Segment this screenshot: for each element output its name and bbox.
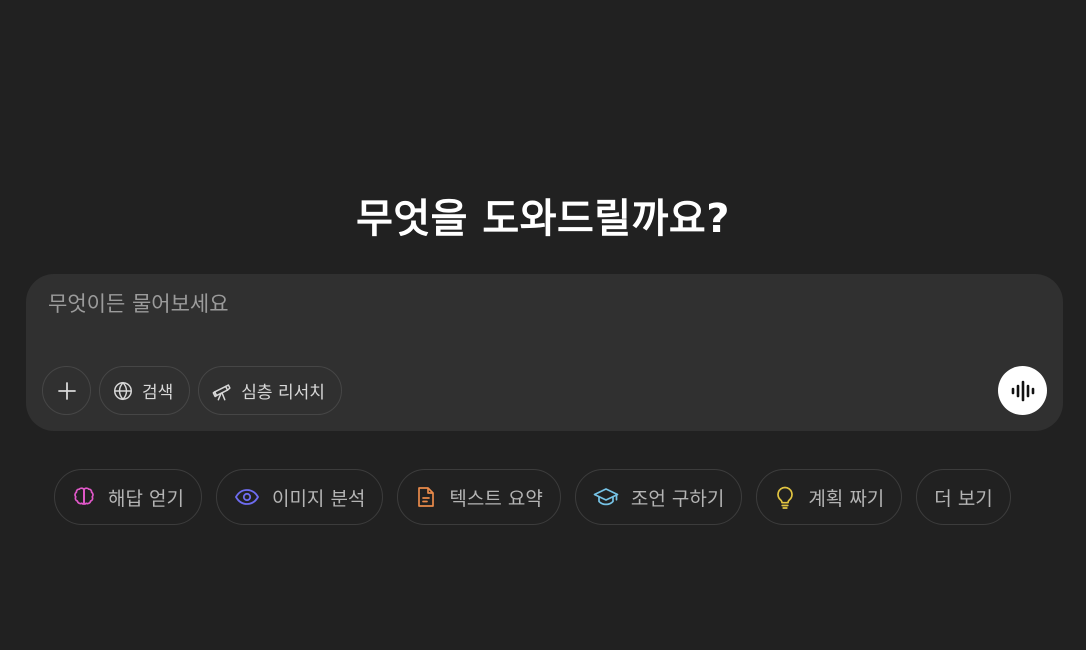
composer: 검색 심층 리서치 xyxy=(26,274,1063,431)
deep-research-button[interactable]: 심층 리서치 xyxy=(198,366,342,415)
telescope-icon xyxy=(212,383,231,400)
add-button[interactable] xyxy=(42,366,91,415)
chip-label: 조언 구하기 xyxy=(630,487,725,510)
composer-tools: 검색 심층 리서치 xyxy=(42,366,342,415)
chip-more[interactable]: 더 보기 xyxy=(916,469,1011,525)
chip-label: 더 보기 xyxy=(934,487,993,510)
document-icon xyxy=(418,487,435,507)
deep-research-label: 심층 리서치 xyxy=(241,383,325,403)
voice-waveform-icon xyxy=(1011,380,1034,401)
chat-home: 무엇을 도와드릴까요? 검색 xyxy=(0,0,1086,650)
chip-label: 텍스트 요약 xyxy=(449,487,543,510)
search-button[interactable]: 검색 xyxy=(99,366,191,415)
chip-summarize-text[interactable]: 텍스트 요약 xyxy=(397,469,561,525)
lightbulb-icon xyxy=(777,486,794,509)
chip-label: 해답 얻기 xyxy=(108,487,184,510)
chip-make-plan[interactable]: 계획 짜기 xyxy=(756,469,903,525)
suggestion-chips: 해답 얻기 이미지 분석 텍스트 요약 조언 구하기 계획 짜기 더 보기 xyxy=(54,469,1011,525)
chip-analyze-image[interactable]: 이미지 분석 xyxy=(215,469,384,525)
chip-label: 이미지 분석 xyxy=(271,487,366,510)
chip-get-answers[interactable]: 해답 얻기 xyxy=(54,469,202,525)
prompt-input[interactable] xyxy=(48,292,948,316)
chip-get-advice[interactable]: 조언 구하기 xyxy=(574,469,743,525)
page-title: 무엇을 도와드릴까요? xyxy=(356,196,730,242)
eye-icon xyxy=(234,489,260,505)
plus-icon xyxy=(57,381,76,400)
globe-icon xyxy=(114,381,132,400)
graduation-cap-icon xyxy=(593,488,619,506)
search-button-label: 검색 xyxy=(142,383,174,403)
brain-icon xyxy=(74,487,94,505)
chip-label: 계획 짜기 xyxy=(808,487,885,510)
voice-mode-button[interactable] xyxy=(998,366,1047,415)
